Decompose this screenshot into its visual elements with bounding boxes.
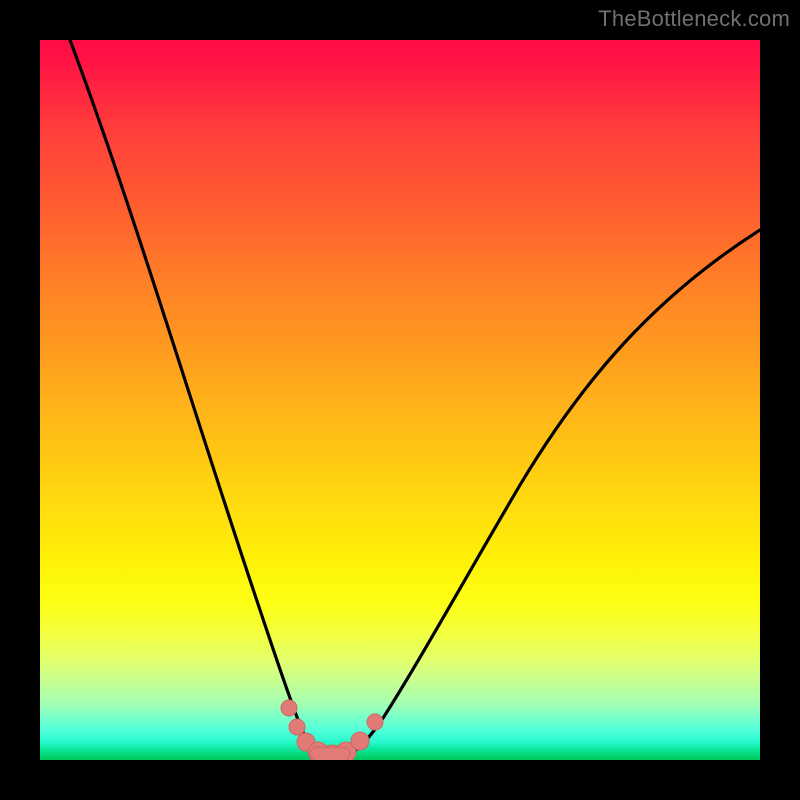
- watermark-text: TheBottleneck.com: [598, 6, 790, 32]
- marker-bar: [310, 747, 350, 760]
- marker-dot: [281, 700, 297, 716]
- valley-markers: [281, 700, 383, 760]
- chart-frame: TheBottleneck.com: [0, 0, 800, 800]
- marker-dot: [367, 714, 383, 730]
- plot-area: [40, 40, 760, 760]
- marker-dot: [289, 719, 305, 735]
- bottleneck-curve: [40, 40, 760, 760]
- curve-path: [70, 40, 760, 758]
- marker-dot: [351, 732, 369, 750]
